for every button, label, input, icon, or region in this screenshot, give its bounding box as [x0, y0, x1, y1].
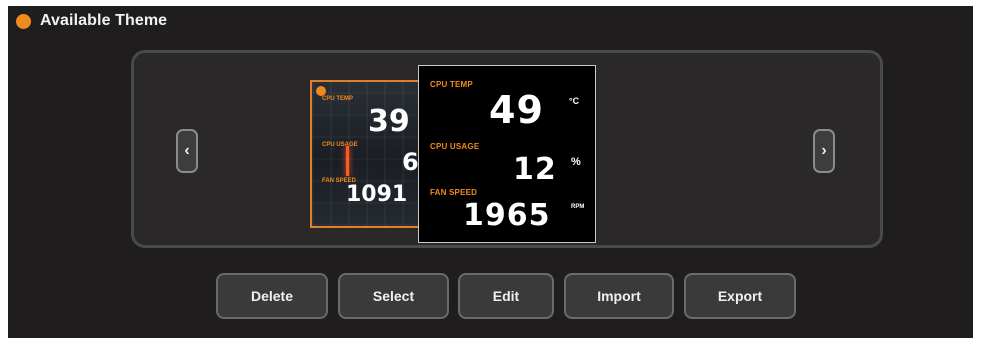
- export-button[interactable]: Export: [684, 273, 796, 319]
- selected-theme-dot-icon: [316, 86, 326, 96]
- fan-speed-value: 1965: [463, 198, 551, 233]
- status-dot-icon: [16, 13, 31, 29]
- fan-speed-label: FAN SPEED: [430, 188, 478, 197]
- theme-action-bar: Delete Select Edit Import Export: [8, 273, 981, 321]
- edit-button[interactable]: Edit: [458, 273, 554, 319]
- back-accent-glow: [346, 146, 349, 176]
- back-fan-speed-value: 1091: [346, 182, 408, 207]
- fan-speed-unit: RPM: [571, 204, 585, 210]
- cpu-temp-label: CPU TEMP: [430, 80, 473, 89]
- back-cpu-temp-label: CPU TEMP: [322, 96, 354, 102]
- panel-title: Available Theme: [40, 12, 168, 29]
- theme-preview-front[interactable]: CPU TEMP 49 °C CPU USAGE 12 % FAN SPEED …: [418, 65, 596, 243]
- chevron-left-icon: ‹: [184, 142, 190, 159]
- select-button[interactable]: Select: [338, 273, 449, 319]
- panel-header: Available Theme: [16, 11, 167, 31]
- next-theme-button[interactable]: ›: [813, 129, 835, 173]
- import-button[interactable]: Import: [564, 273, 674, 319]
- delete-button[interactable]: Delete: [216, 273, 328, 319]
- theme-carousel: ‹ CPU TEMP 39 CPU USAGE 6 FAN SPEED 1091…: [131, 50, 883, 248]
- cpu-temp-unit: °C: [569, 96, 580, 106]
- cpu-usage-value: 12: [513, 152, 557, 187]
- prev-theme-button[interactable]: ‹: [176, 129, 198, 173]
- chevron-right-icon: ›: [821, 142, 827, 159]
- back-cpu-temp-value: 39: [368, 104, 410, 139]
- back-cpu-usage-value: 6: [402, 148, 419, 176]
- theme-panel: Available Theme ‹ CPU TEMP 39 CPU USAGE …: [8, 6, 973, 338]
- cpu-usage-label: CPU USAGE: [430, 142, 480, 151]
- theme-preview-back[interactable]: CPU TEMP 39 CPU USAGE 6 FAN SPEED 1091: [310, 80, 430, 228]
- back-cpu-usage-label: CPU USAGE: [322, 142, 358, 148]
- cpu-usage-unit: %: [571, 156, 581, 168]
- cpu-temp-value: 49: [489, 88, 544, 132]
